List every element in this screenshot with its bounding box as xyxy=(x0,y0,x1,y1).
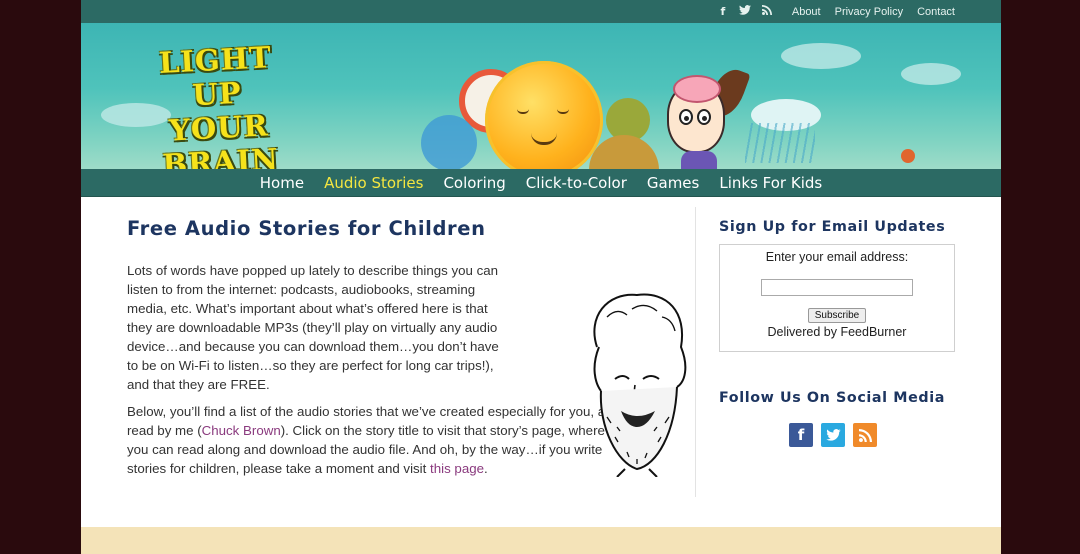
sun-mouth xyxy=(531,133,557,145)
social-links: f xyxy=(789,423,959,447)
small-orange-ball xyxy=(901,149,915,163)
kid-shirt xyxy=(681,151,717,169)
paragraph-text: . xyxy=(484,461,488,476)
top-link-privacy-policy[interactable]: Privacy Policy xyxy=(835,6,903,18)
cloud-shape xyxy=(781,43,861,69)
nav-item-home[interactable]: Home xyxy=(260,174,304,192)
column-divider xyxy=(695,207,696,497)
rain-drops xyxy=(745,123,815,163)
content-area: Free Audio Stories for Children Lots of … xyxy=(81,197,1001,527)
twitter-icon[interactable] xyxy=(734,5,756,18)
page-title: Free Audio Stories for Children xyxy=(127,217,486,240)
kid-eye xyxy=(697,109,711,125)
nav-item-coloring[interactable]: Coloring xyxy=(443,174,505,192)
email-label: Enter your email address: xyxy=(765,250,909,264)
nav-item-audio-stories[interactable]: Audio Stories xyxy=(324,174,423,192)
kid-brain xyxy=(673,75,721,103)
smiling-sun xyxy=(485,61,603,169)
logo-line: LIGHT UP xyxy=(158,40,273,113)
nav-item-games[interactable]: Games xyxy=(647,174,699,192)
top-bar: f About Privacy Policy Contact xyxy=(81,0,1001,23)
author-caricature xyxy=(593,293,687,477)
email-signup-form: Enter your email address: Subscribe Deli… xyxy=(719,244,955,352)
nav-item-click-to-color[interactable]: Click-to-Color xyxy=(526,174,627,192)
page: f About Privacy Policy Contact LIGHT UP … xyxy=(81,0,1001,554)
kid-eye xyxy=(679,109,693,125)
this-page-link[interactable]: this page xyxy=(430,461,484,476)
sun-eye xyxy=(557,109,569,114)
sidebar: Sign Up for Email Updates Enter your ema… xyxy=(719,217,959,447)
blue-swirl xyxy=(421,115,477,169)
email-input[interactable] xyxy=(761,279,913,296)
facebook-icon[interactable]: f xyxy=(789,423,813,447)
twitter-icon[interactable] xyxy=(821,423,845,447)
rss-icon[interactable] xyxy=(756,5,778,18)
header-banner: LIGHT UP YOUR BRAIN xyxy=(81,23,1001,169)
intro-paragraph: Lots of words have popped up lately to d… xyxy=(127,263,499,392)
feedburner-credit: Delivered by FeedBurner xyxy=(767,325,907,339)
top-link-contact[interactable]: Contact xyxy=(917,6,955,18)
sun-eye xyxy=(517,109,529,114)
stories-paragraph: Below, you’ll find a list of the audio s… xyxy=(127,402,619,478)
subscribe-button[interactable]: Subscribe xyxy=(807,308,867,323)
footer-band xyxy=(81,527,1001,554)
rainbow-arc xyxy=(589,135,659,169)
main-nav: Home Audio Stories Coloring Click-to-Col… xyxy=(81,169,1001,197)
follow-title: Follow Us On Social Media xyxy=(719,390,945,406)
top-link-about[interactable]: About xyxy=(792,6,821,18)
cloud-shape xyxy=(901,63,961,85)
signup-title: Sign Up for Email Updates xyxy=(719,219,946,235)
chuck-brown-link[interactable]: Chuck Brown xyxy=(202,423,281,438)
site-logo[interactable]: LIGHT UP YOUR BRAIN xyxy=(130,39,307,169)
nav-item-links-for-kids[interactable]: Links For Kids xyxy=(719,174,822,192)
facebook-icon[interactable]: f xyxy=(712,5,734,18)
main-column: Free Audio Stories for Children Lots of … xyxy=(127,217,687,486)
rss-icon[interactable] xyxy=(853,423,877,447)
